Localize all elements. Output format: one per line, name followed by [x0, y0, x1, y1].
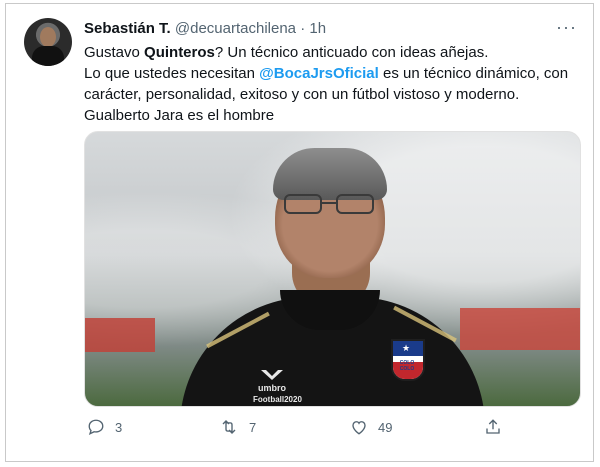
glasses	[284, 194, 376, 216]
tweet-line-2: Lo que ustedes necesitan @BocaJrsOficial…	[84, 63, 584, 84]
text-bold: Quinteros	[144, 44, 215, 61]
umbro-logo-icon	[261, 370, 283, 380]
like-button[interactable]: 49	[350, 418, 392, 436]
tweet-line-4: Gualberto Jara es el hombre	[84, 107, 275, 124]
more-icon[interactable]: ···	[556, 18, 577, 36]
tweet-header: Sebastián T. @decuartachilena · 1h	[84, 19, 326, 39]
tweet-line-1: Gustavo Quinteros? Un técnico anticuado …	[84, 42, 584, 63]
reply-count: 3	[115, 419, 123, 435]
stadium-banner-right	[460, 308, 580, 350]
tweet-actions: 3 7 49	[84, 418, 504, 438]
mention-link[interactable]: @BocaJrsOficial	[259, 65, 379, 82]
share-icon	[484, 418, 502, 436]
tweet-card[interactable]: Sebastián T. @decuartachilena · 1h ··· G…	[5, 3, 594, 462]
stadium-banner-left	[85, 318, 155, 352]
separator-dot: ·	[300, 20, 306, 37]
tweet-time[interactable]: 1h	[309, 20, 326, 37]
club-crest-icon: ★ COLO COLO	[391, 339, 425, 381]
tweet-text: Gustavo Quinteros? Un técnico anticuado …	[84, 42, 584, 126]
avatar-shirt	[32, 46, 64, 66]
share-button[interactable]	[484, 418, 502, 436]
retweet-count: 7	[249, 419, 257, 435]
avatar-face	[40, 27, 56, 47]
text-segment: Lo que ustedes necesitan	[84, 65, 260, 82]
text-segment: ? Un técnico anticuado con ideas añejas.	[214, 44, 489, 61]
retweet-button[interactable]: 7	[219, 418, 256, 436]
text-segment: Gustavo	[84, 44, 145, 61]
like-icon	[350, 418, 368, 436]
retweet-icon	[219, 418, 239, 436]
reply-icon	[87, 418, 105, 436]
tweet-photo[interactable]: umbro Football2020 ★ COLO COLO	[84, 131, 581, 407]
shirt-brand-text: umbro	[258, 383, 286, 393]
like-count: 49	[378, 419, 393, 435]
tweet-line-3: carácter, personalidad, exitoso y con un…	[84, 86, 520, 103]
crest-text: COLO COLO	[399, 360, 415, 372]
person-hair	[273, 148, 387, 200]
author-handle[interactable]: @decuartachilena	[175, 20, 296, 37]
author-name[interactable]: Sebastián T.	[84, 20, 171, 37]
sponsor-suffix: 2020	[284, 395, 302, 404]
sponsor-name: Football	[253, 395, 285, 404]
reply-button[interactable]: 3	[87, 418, 122, 436]
sponsor-text: Football2020	[253, 395, 302, 404]
text-segment: es un técnico dinámico, con	[378, 65, 569, 82]
avatar[interactable]	[24, 18, 72, 66]
